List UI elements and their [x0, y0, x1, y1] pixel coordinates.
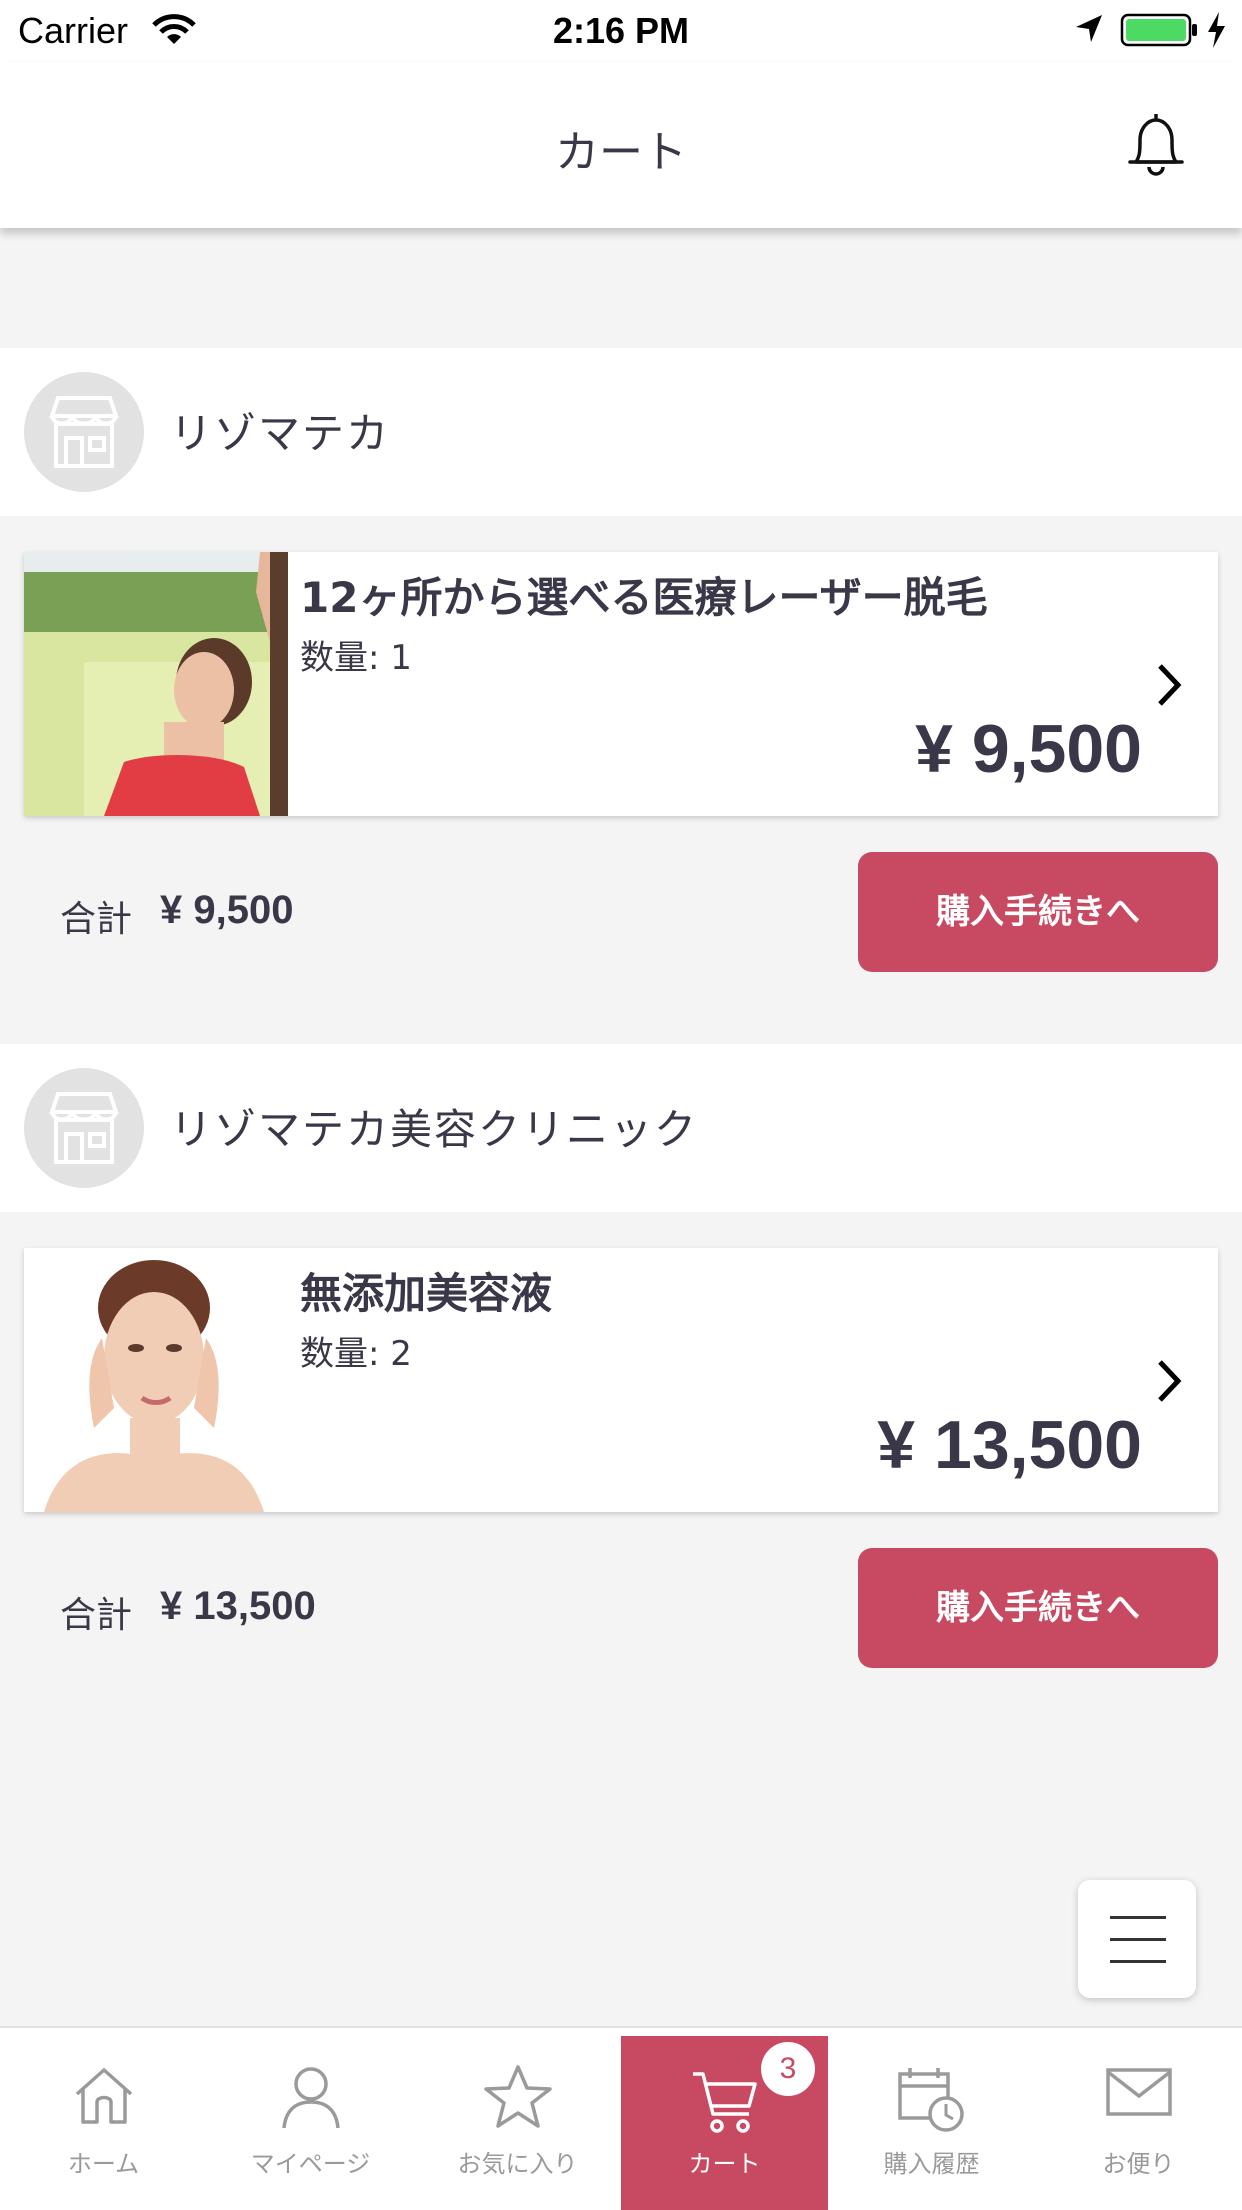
cart-item-card[interactable]: 12ヶ所から選べる医療レーザー脱毛 数量: 1 ¥ 9,500 — [24, 552, 1218, 816]
total-label: 合計 — [60, 1595, 133, 1636]
status-bar: Carrier 2:16 PM — [0, 0, 1242, 62]
charging-icon — [1204, 10, 1228, 54]
cart-item-card[interactable]: 無添加美容液 数量: 2 ¥ 13,500 — [24, 1248, 1218, 1512]
shop-avatar — [24, 1068, 144, 1188]
tab-mypage[interactable]: マイページ — [207, 2028, 414, 2210]
product-quantity: 数量: 2 — [300, 1334, 412, 1374]
product-price: ¥ 13,500 — [877, 1407, 1142, 1483]
calendar-clock-icon — [828, 2064, 1035, 2138]
shop-header[interactable]: リゾマテカ美容クリニック — [0, 1044, 1242, 1212]
hamburger-line — [1110, 1938, 1166, 1941]
mail-icon — [1035, 2064, 1242, 2124]
page-title: カート — [555, 127, 687, 178]
product-name: 無添加美容液 — [300, 1269, 553, 1318]
tab-cart[interactable]: 3 カート — [621, 2036, 828, 2210]
clock: 2:16 PM — [552, 10, 690, 51]
tab-label: お気に入り — [457, 2150, 578, 2178]
menu-button[interactable] — [1078, 1880, 1196, 1998]
tab-bar: ホーム マイページ お気に入り 3 カート 購入履歴 お便り — [0, 2026, 1242, 2210]
total-value: ¥ 9,500 — [160, 888, 294, 932]
storefront-icon — [49, 396, 119, 468]
tab-home[interactable]: ホーム — [0, 2028, 207, 2210]
tab-label: お便り — [1102, 2150, 1175, 2178]
chevron-right-icon — [1154, 662, 1184, 712]
shop-avatar — [24, 372, 144, 492]
checkout-button[interactable]: 購入手続きへ — [858, 1548, 1218, 1668]
shop-header[interactable]: リゾマテカ — [0, 348, 1242, 516]
storefront-icon — [49, 1092, 119, 1164]
product-quantity: 数量: 1 — [300, 638, 412, 678]
tab-favorites[interactable]: お気に入り — [414, 2028, 621, 2210]
star-icon — [414, 2064, 621, 2134]
tab-label: 購入履歴 — [883, 2150, 980, 2178]
user-icon — [207, 2064, 414, 2134]
total-label: 合計 — [60, 899, 133, 940]
tab-label: マイページ — [250, 2150, 371, 2178]
shop-name: リゾマテカ — [170, 409, 391, 458]
location-arrow-icon — [1072, 12, 1106, 50]
total-value: ¥ 13,500 — [160, 1584, 316, 1628]
shop-name: リゾマテカ美容クリニック — [170, 1105, 699, 1154]
tab-purchase-history[interactable]: 購入履歴 — [828, 2028, 1035, 2210]
tab-messages[interactable]: お便り — [1035, 2028, 1242, 2210]
home-icon — [0, 2064, 207, 2130]
cart-count-badge: 3 — [761, 2042, 815, 2096]
product-image — [24, 552, 288, 816]
checkout-button[interactable]: 購入手続きへ — [858, 852, 1218, 972]
tab-label: カート — [688, 2150, 761, 2178]
product-name: 12ヶ所から選べる医療レーザー脱毛 — [300, 573, 988, 622]
app-header: カート — [0, 62, 1242, 228]
hamburger-line — [1110, 1960, 1166, 1963]
notification-bell-icon[interactable] — [1122, 110, 1190, 182]
hamburger-line — [1110, 1916, 1166, 1919]
product-image — [24, 1248, 288, 1512]
battery-icon — [1120, 12, 1200, 52]
tab-label: ホーム — [67, 2150, 140, 2178]
chevron-right-icon — [1154, 1358, 1184, 1408]
product-price: ¥ 9,500 — [915, 711, 1142, 787]
